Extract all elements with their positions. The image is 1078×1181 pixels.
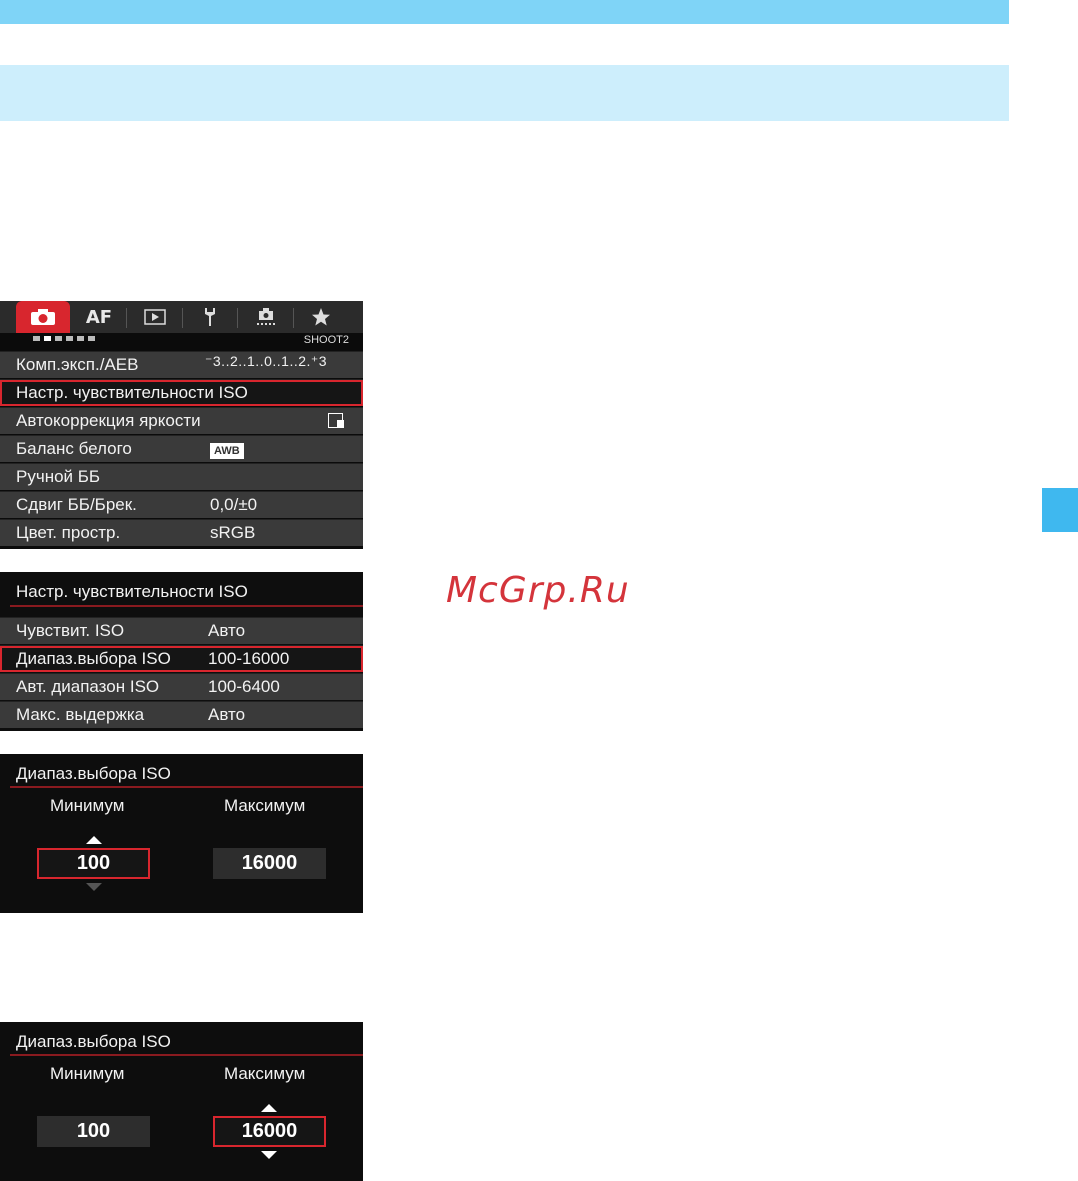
playback-icon <box>143 309 166 325</box>
minimum-label: Минимум <box>50 1064 125 1083</box>
tab-playback[interactable] <box>127 301 182 333</box>
menu-item-custom-wb[interactable]: Ручной ББ <box>0 463 363 490</box>
awb-icon: AWB <box>210 443 244 459</box>
tab-shooting[interactable] <box>16 301 70 333</box>
menu-item-white-balance[interactable]: Баланс белого AWB <box>0 435 363 462</box>
exposure-scale: ⁻3..2..1..0..1..2.⁺3 <box>205 353 328 369</box>
iso-range-screen-max: Диапаз.выбора ISO Минимум Максимум 100 1… <box>0 1022 363 1181</box>
title-divider <box>10 605 363 607</box>
page-dot <box>66 336 73 341</box>
menu-item-iso-settings[interactable]: Настр. чувствительности ISO <box>0 379 363 406</box>
auto-lighting-optimizer-icon <box>328 413 344 428</box>
iso-min-value-box[interactable]: 100 <box>37 1116 150 1147</box>
tab-my-menu[interactable] <box>294 301 348 333</box>
tab-custom-functions[interactable] <box>238 301 293 333</box>
header-band <box>0 0 1009 24</box>
iso-range-screen-min: Диапаз.выбора ISO Минимум Максимум 100 1… <box>0 754 363 913</box>
iso-settings-screen: Настр. чувствительности ISO Чувствит. IS… <box>0 572 363 731</box>
menu-item-label: Автокоррекция яркости <box>16 411 201 430</box>
custom-function-icon <box>256 308 275 325</box>
menu-item-label: Цвет. простр. <box>16 523 121 542</box>
wrench-icon <box>205 308 215 326</box>
screen-title: Диапаз.выбора ISO <box>16 764 171 783</box>
menu-item-min-shutter[interactable]: Макс. выдержка Авто <box>0 701 363 728</box>
page-dot <box>77 336 84 341</box>
maximum-label: Максимум <box>224 1064 306 1083</box>
menu-item-label: Ручной ББ <box>16 467 101 486</box>
decrease-arrow-icon[interactable] <box>261 1151 277 1159</box>
star-icon <box>312 308 330 326</box>
menu-item-label: Авт. диапазон ISO <box>16 677 160 696</box>
menu-item-label: Чувствит. ISO <box>16 621 125 640</box>
menu-item-iso-range[interactable]: Диапаз.выбора ISO 100-16000 <box>0 645 363 672</box>
page-dot-current <box>44 336 51 341</box>
menu-tab-bar: AF <box>0 301 363 333</box>
menu-item-value: sRGB <box>210 523 256 542</box>
menu-item-wb-shift[interactable]: Сдвиг ББ/Брек. 0,0/±0 <box>0 491 363 518</box>
page-dot <box>88 336 95 341</box>
menu-item-label: Баланс белого <box>16 439 132 458</box>
menu-item-auto-lighting[interactable]: Автокоррекция яркости <box>0 407 363 434</box>
watermark-text: McGrp.Ru <box>446 570 630 611</box>
tab-af-label: AF <box>85 306 113 328</box>
iso-max-value-box[interactable]: 16000 <box>213 1116 326 1147</box>
screen-title: Настр. чувствительности ISO <box>16 582 248 601</box>
menu-item-label: Сдвиг ББ/Брек. <box>16 495 137 514</box>
subheader-band <box>0 65 1009 121</box>
chapter-side-tab <box>1042 488 1078 532</box>
menu-item-value: 0,0/±0 <box>210 495 258 514</box>
iso-min-value-box[interactable]: 100 <box>37 848 150 879</box>
increase-arrow-icon[interactable] <box>86 836 102 844</box>
page-indicator <box>33 336 95 341</box>
menu-item-color-space[interactable]: Цвет. простр. sRGB <box>0 519 363 546</box>
title-divider <box>10 1054 363 1056</box>
menu-item-auto-iso-range[interactable]: Авт. диапазон ISO 100-6400 <box>0 673 363 700</box>
menu-item-exposure-comp[interactable]: Комп.эксп./AEB ⁻3..2..1..0..1..2.⁺3 <box>0 351 363 378</box>
menu-item-label: Диапаз.выбора ISO <box>16 649 171 668</box>
menu-item-label: Макс. выдержка <box>16 705 145 724</box>
minimum-label: Минимум <box>50 796 125 815</box>
tab-setup[interactable] <box>183 301 237 333</box>
increase-arrow-icon[interactable] <box>261 1104 277 1112</box>
tab-af[interactable]: AF <box>72 301 126 333</box>
menu-item-iso-speed[interactable]: Чувствит. ISO Авто <box>0 617 363 644</box>
title-divider <box>10 786 363 788</box>
iso-max-value-box[interactable]: 16000 <box>213 848 326 879</box>
camera-menu-screen: AF SHOOT2 Комп.эксп./AEB ⁻3..2..1..0..1.… <box>0 301 363 549</box>
menu-item-value: 100-16000 <box>208 649 290 668</box>
page-dot <box>33 336 40 341</box>
menu-item-value: Авто <box>208 705 246 724</box>
page-dot <box>55 336 62 341</box>
menu-item-label: Настр. чувствительности ISO <box>16 383 248 402</box>
decrease-arrow-icon[interactable] <box>86 883 102 891</box>
menu-item-value: Авто <box>208 621 246 640</box>
menu-item-value: 100-6400 <box>208 677 280 696</box>
camera-icon <box>31 309 55 325</box>
screen-title: Диапаз.выбора ISO <box>16 1032 171 1051</box>
menu-page-label: SHOOT2 <box>303 334 349 346</box>
menu-item-label: Комп.эксп./AEB <box>16 355 139 374</box>
maximum-label: Максимум <box>224 796 306 815</box>
